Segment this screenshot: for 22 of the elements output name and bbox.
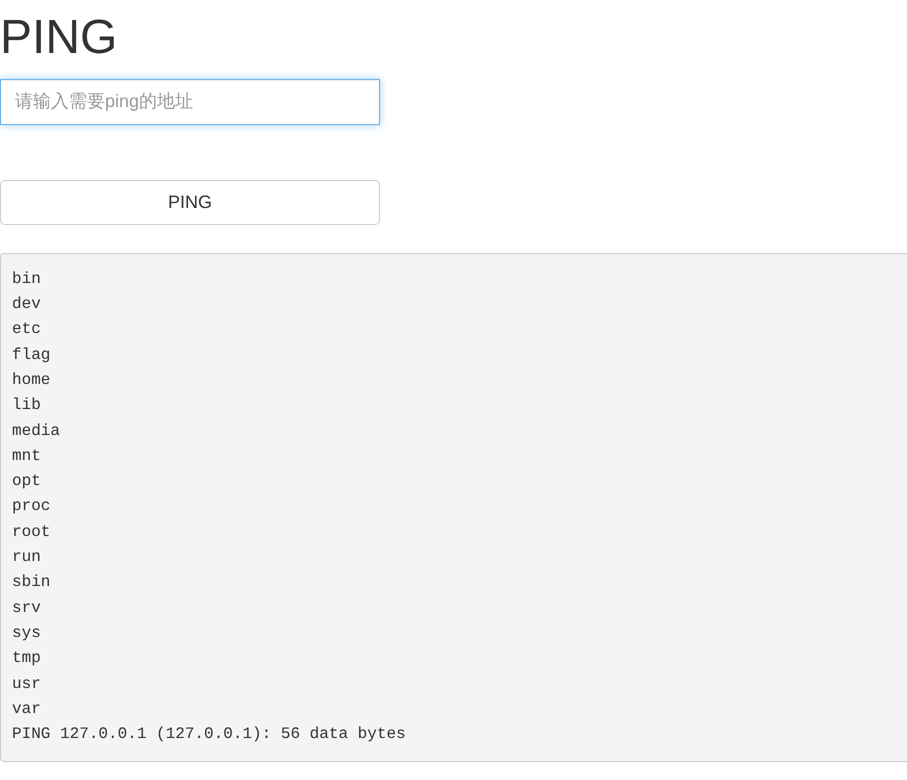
output-line: tmp (12, 648, 41, 670)
output-line: run (12, 547, 41, 568)
output-line: etc (12, 319, 41, 340)
output-line: PING 127.0.0.1 (127.0.0.1): 56 data bytes (12, 724, 406, 746)
output-line: home (12, 370, 50, 391)
ping-button[interactable]: PING (0, 180, 380, 225)
output-line: flag (12, 344, 50, 366)
address-input-field[interactable]: 请输入需要ping的地址 (0, 78, 380, 125)
output-line: srv (12, 598, 41, 619)
output-line: usr (12, 674, 41, 695)
output-line: opt (12, 471, 41, 492)
output-line: mnt (12, 446, 41, 467)
output-line: media (12, 420, 60, 442)
output-line: proc (12, 496, 50, 518)
output-line: sys (12, 622, 41, 644)
output-line: var (12, 698, 41, 720)
output-line: root (12, 522, 50, 543)
output-line: lib (12, 395, 41, 416)
output-line: bin (12, 268, 41, 290)
output-line: sbin (12, 572, 50, 594)
output-line: dev (12, 294, 41, 316)
page-title: PING (0, 12, 118, 65)
